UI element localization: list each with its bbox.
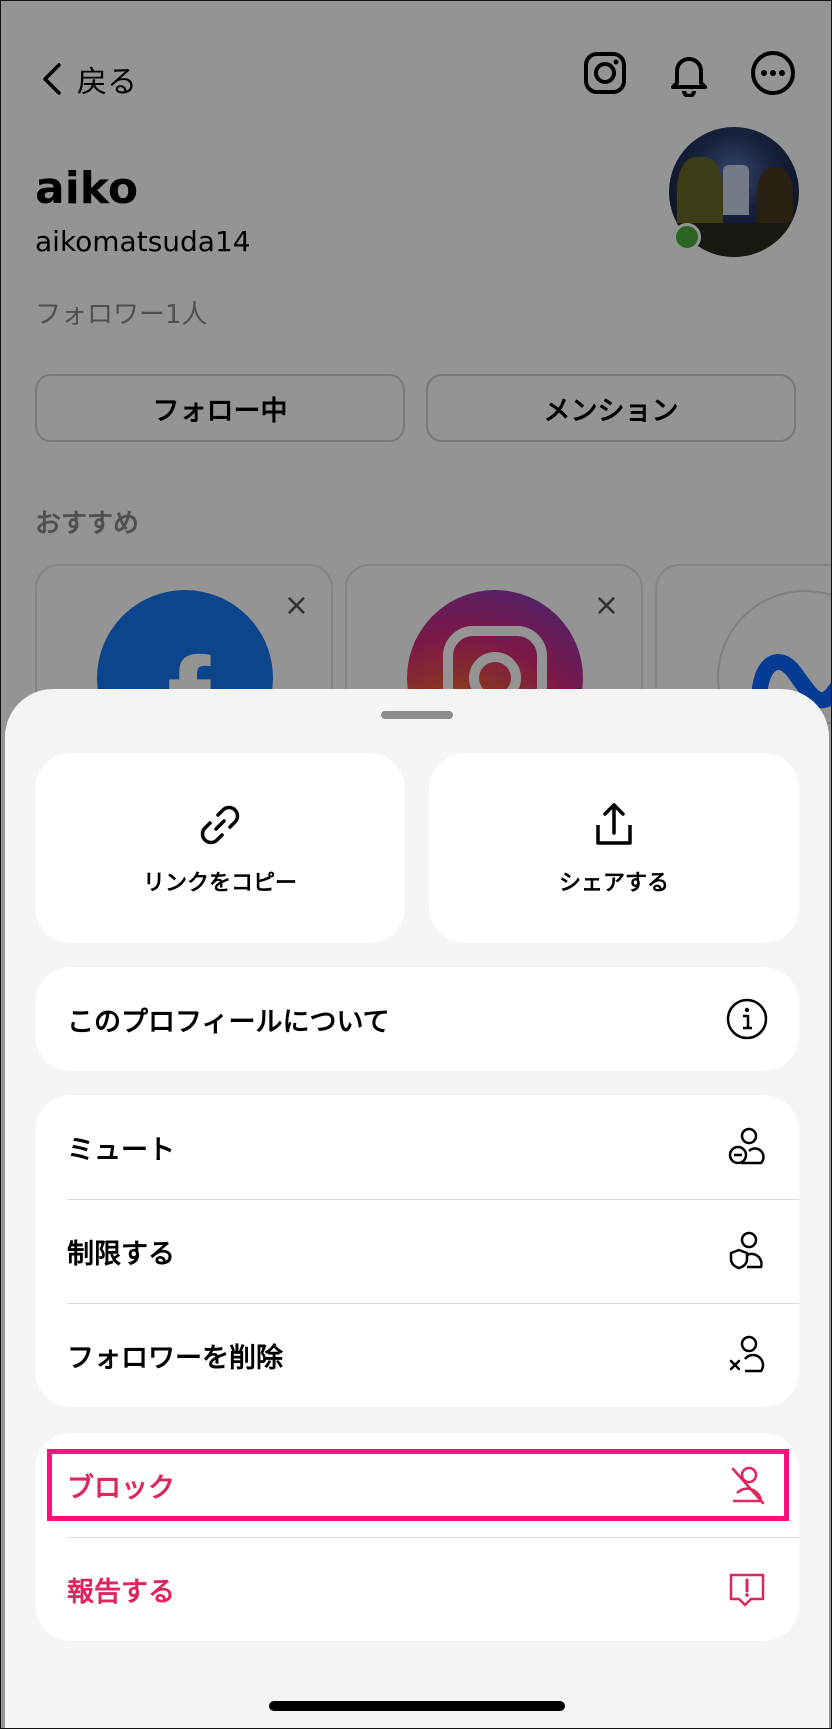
quick-actions: リンクをコピー シェアする	[35, 753, 799, 943]
mute-label: ミュート	[67, 1134, 175, 1166]
link-icon	[200, 805, 240, 845]
restrict-user-icon	[729, 1231, 763, 1270]
restrict-label: 制限する	[67, 1238, 175, 1270]
home-indicator[interactable]	[269, 1701, 565, 1711]
remove-follower-item[interactable]: フォロワーを削除	[35, 1303, 799, 1407]
restrict-item[interactable]: 制限する	[35, 1199, 799, 1303]
info-icon	[726, 998, 768, 1040]
report-item[interactable]: 報告する	[35, 1537, 799, 1641]
moderation-group: ミュート 制限する フォロワーを削除	[35, 1095, 799, 1407]
screen: 戻る aiko aikomatsuda14 フォロワー1人 フォロー中 メンショ…	[0, 0, 832, 1729]
share-icon	[596, 803, 632, 845]
sheet-handle[interactable]	[381, 711, 453, 719]
mute-item[interactable]: ミュート	[35, 1095, 799, 1199]
remove-user-icon	[729, 1335, 765, 1373]
share-button[interactable]: シェアする	[429, 753, 799, 943]
copy-link-button[interactable]: リンクをコピー	[35, 753, 405, 943]
about-profile-label: このプロフィールについて	[67, 1006, 390, 1038]
mute-user-icon	[728, 1127, 765, 1165]
about-profile-item[interactable]: このプロフィールについて	[35, 967, 799, 1071]
remove-follower-label: フォロワーを削除	[67, 1342, 283, 1374]
report-label: 報告する	[67, 1576, 175, 1608]
about-group: このプロフィールについて	[35, 967, 799, 1071]
block-highlight-box	[47, 1449, 789, 1521]
report-icon	[729, 1573, 765, 1607]
copy-link-label: リンクをコピー	[142, 871, 297, 896]
share-label: シェアする	[558, 871, 669, 896]
action-sheet: リンクをコピー シェアする このプロフィールについて ミュート 制限する フォロ…	[5, 689, 829, 1728]
